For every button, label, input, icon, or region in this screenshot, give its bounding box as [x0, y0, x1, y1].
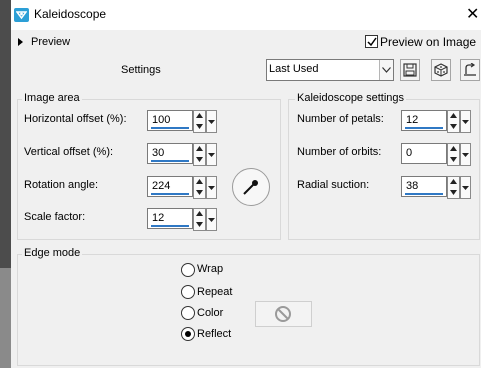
background-strip-lower [0, 268, 11, 368]
number-of-petals-input[interactable]: 12 [401, 110, 447, 131]
edge-mode-title: Edge mode [22, 247, 83, 259]
preview-on-image-label[interactable]: Preview on Image [380, 35, 476, 49]
number-of-orbits-spinner[interactable]: 0 [401, 143, 471, 166]
horizontal-offset-label: Horizontal offset (%): [24, 113, 127, 125]
scale-factor-input[interactable]: 12 [147, 208, 193, 229]
dropdown-arrow-icon[interactable] [206, 208, 217, 231]
dropdown-arrow-icon[interactable] [460, 143, 471, 166]
angle-dial-icon[interactable] [232, 168, 270, 206]
dropdown-arrow-icon[interactable] [206, 176, 217, 199]
number-of-orbits-label: Number of orbits: [297, 146, 382, 158]
scale-factor-spinner[interactable]: 12 [147, 208, 217, 231]
repeat-radio[interactable] [181, 285, 195, 299]
close-icon[interactable]: ✕ [466, 4, 479, 23]
scale-factor-value: 12 [152, 212, 165, 224]
randomize-button[interactable] [431, 59, 451, 81]
spin-arrows-icon[interactable] [447, 143, 460, 166]
number-of-petals-label: Number of petals: [297, 113, 384, 125]
color-radio[interactable] [181, 306, 195, 320]
expand-triangle-icon[interactable] [18, 38, 23, 46]
radial-suction-spinner[interactable]: 38 [401, 176, 471, 199]
reflect-radio[interactable] [181, 327, 195, 341]
window-title: Kaleidoscope [34, 7, 107, 21]
spin-arrows-icon[interactable] [193, 176, 206, 199]
spin-arrows-icon[interactable] [193, 143, 206, 166]
color-label[interactable]: Color [197, 307, 223, 319]
rotation-angle-label: Rotation angle: [24, 179, 98, 191]
radial-suction-label: Radial suction: [297, 179, 370, 191]
vertical-offset-input[interactable]: 30 [147, 143, 193, 164]
horizontal-offset-spinner[interactable]: 100 [147, 110, 217, 133]
edge-mode-group [17, 254, 480, 366]
number-of-petals-value: 12 [406, 114, 419, 126]
color-swatch-button[interactable] [255, 301, 312, 327]
dropdown-arrow-icon[interactable] [206, 110, 217, 133]
scale-factor-label: Scale factor: [24, 211, 86, 223]
horizontal-offset-input[interactable]: 100 [147, 110, 193, 131]
rotation-angle-spinner[interactable]: 224 [147, 176, 217, 199]
radial-suction-value: 38 [406, 180, 419, 192]
dropdown-arrow-icon[interactable] [206, 143, 217, 166]
number-of-orbits-input[interactable]: 0 [401, 143, 447, 164]
vertical-offset-spinner[interactable]: 30 [147, 143, 217, 166]
number-of-orbits-value: 0 [406, 147, 413, 159]
preset-value: Last Used [269, 63, 319, 75]
wrap-radio[interactable] [181, 263, 195, 277]
number-of-petals-spinner[interactable]: 12 [401, 110, 471, 133]
rotation-angle-value: 224 [152, 180, 171, 192]
preset-select[interactable]: Last Used [266, 59, 394, 81]
radial-suction-input[interactable]: 38 [401, 176, 447, 197]
spin-arrows-icon[interactable] [447, 176, 460, 199]
vertical-offset-label: Vertical offset (%): [24, 146, 114, 158]
reset-icon [464, 63, 476, 76]
rotation-angle-input[interactable]: 224 [147, 176, 193, 197]
save-preset-button[interactable] [400, 59, 420, 81]
spin-arrows-icon[interactable] [447, 110, 460, 133]
dropdown-arrow-icon[interactable] [460, 110, 471, 133]
horizontal-offset-value: 100 [152, 114, 171, 126]
vertical-offset-value: 30 [152, 147, 165, 159]
image-area-title: Image area [22, 92, 82, 104]
spin-arrows-icon[interactable] [193, 110, 206, 133]
reflect-label[interactable]: Reflect [197, 328, 231, 340]
no-color-icon [275, 306, 291, 322]
preview-toggle[interactable]: Preview [31, 36, 70, 48]
spin-arrows-icon[interactable] [193, 208, 206, 231]
reset-button[interactable] [460, 59, 480, 81]
dropdown-arrow-icon[interactable] [379, 60, 393, 80]
repeat-label[interactable]: Repeat [197, 286, 232, 298]
save-preset-icon [403, 63, 417, 77]
dropdown-arrow-icon[interactable] [460, 176, 471, 199]
wrap-label[interactable]: Wrap [197, 263, 223, 275]
preview-on-image-checkbox[interactable] [365, 35, 378, 48]
randomize-icon [434, 63, 448, 77]
settings-label: Settings [121, 64, 161, 76]
kaleidoscope-settings-title: Kaleidoscope settings [295, 92, 407, 104]
app-icon [14, 8, 29, 22]
checkmark-icon [367, 33, 377, 50]
